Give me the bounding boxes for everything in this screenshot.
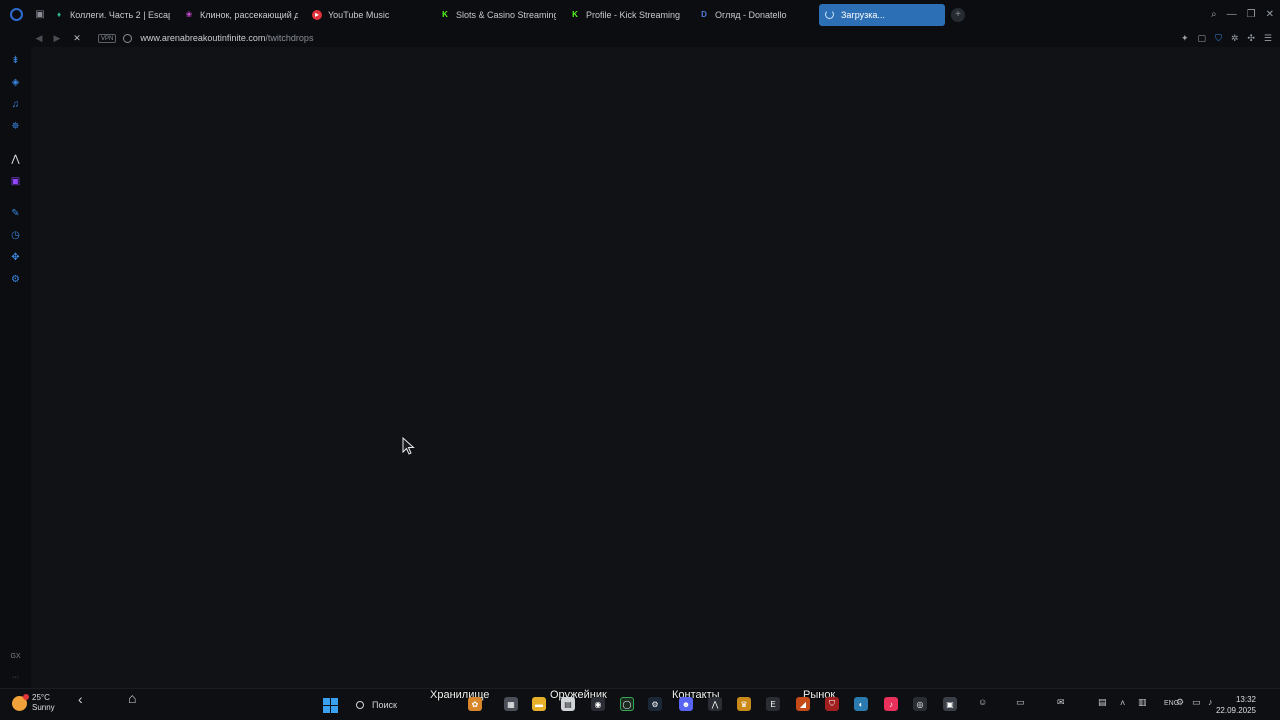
weather-widget[interactable]: 25°C Sunny xyxy=(12,693,55,713)
back-button[interactable]: ◀ xyxy=(30,29,48,47)
tab-islands-icon[interactable]: ▣ xyxy=(32,0,48,29)
mouse-cursor-icon xyxy=(402,437,415,455)
browser-tab-bar: ▣ ♦ Коллеги. Часть 2 | Escape ❀ Клинок, … xyxy=(0,0,1280,29)
address-bar: ◀ ▶ ✕ VPN www.arenabreakoutinfinite.com/… xyxy=(0,29,1280,47)
minimize-icon[interactable]: — xyxy=(1227,9,1237,20)
donatello-icon: D xyxy=(701,10,707,19)
game-app-icon[interactable]: ♛ xyxy=(737,697,751,711)
language-indicator[interactable]: ENG xyxy=(1164,700,1179,707)
tray-mail-icon[interactable]: ✉ xyxy=(1057,697,1065,708)
sidebar-more-button[interactable]: ··· xyxy=(9,671,22,684)
restore-icon[interactable]: ❐ xyxy=(1247,9,1256,20)
gx-control-icon[interactable]: ✣ xyxy=(1247,33,1255,44)
sun-weather-icon xyxy=(12,693,29,711)
forward-button[interactable]: ▶ xyxy=(48,29,66,47)
page-content-loading xyxy=(31,47,1280,688)
app-icon-orange[interactable]: ◢ xyxy=(796,697,810,711)
clock-date: 22.09.2025 xyxy=(1215,706,1256,715)
antivirus-icon[interactable]: ⛉ xyxy=(825,697,839,711)
pin-icon[interactable]: ✦ xyxy=(1181,33,1189,44)
epic-games-icon[interactable]: E xyxy=(766,697,780,711)
arena-breakout-icon: ♦ xyxy=(56,10,62,19)
kick-icon: K xyxy=(442,10,448,19)
window-controls: ⌕ — ❐ ✕ xyxy=(1211,0,1274,29)
home-icon[interactable]: ⌂ xyxy=(128,690,136,706)
tab-loading-active[interactable]: Загрузка... xyxy=(819,3,945,26)
new-tab-button[interactable]: + xyxy=(951,7,965,22)
windows-taskbar: 25°C Sunny ‹ ⌂ Поиск Хранилище Оружейник… xyxy=(0,688,1280,720)
task-view-icon[interactable]: ▦ xyxy=(504,697,518,711)
easy-setup-icon[interactable]: ☰ xyxy=(1264,33,1272,44)
app-icon-gray[interactable]: ▣ xyxy=(943,697,957,711)
extensions-icon[interactable]: ✲ xyxy=(1231,33,1239,44)
address-bar-tools: ✦ ▢ ⛉ ✲ ✣ ☰ xyxy=(1181,29,1272,47)
back-arrow-icon[interactable]: ‹ xyxy=(78,691,83,707)
youtube-music-icon: ▸ xyxy=(312,9,322,20)
search-tabs-icon[interactable]: ⌕ xyxy=(1211,9,1217,20)
sidebar-diamond-icon[interactable]: ◈ xyxy=(9,76,22,89)
stop-loading-button[interactable]: ✕ xyxy=(66,29,88,47)
chrome-icon[interactable]: ◎ xyxy=(913,697,927,711)
steam-icon[interactable]: ⚙ xyxy=(648,697,662,711)
game-launcher-icon[interactable]: ⋀ xyxy=(708,697,722,711)
sidebar-arc-icon[interactable]: ⋀ xyxy=(9,153,22,166)
sidebar-atom-icon[interactable]: ✵ xyxy=(9,120,22,133)
tab-kollegi[interactable]: ♦ Коллеги. Часть 2 | Escape xyxy=(48,4,176,26)
tab-kick-slots[interactable]: K Slots & Casino Streaming xyxy=(434,4,562,26)
sidebar-music-icon[interactable]: ♫ xyxy=(9,98,22,111)
tab-kick-profile[interactable]: K Profile - Kick Streaming xyxy=(564,4,691,26)
clock-time: 13:32 xyxy=(1235,695,1256,704)
browser-app-icon[interactable]: ◐ xyxy=(854,697,868,711)
opera-gx-taskbar-icon[interactable]: ◯ xyxy=(620,697,634,711)
tray-user-icon[interactable]: ☺ xyxy=(978,697,987,707)
search-icon xyxy=(356,701,364,709)
store-icon[interactable]: ▤ xyxy=(561,697,575,711)
sidebar-gx-label[interactable]: GX xyxy=(9,650,22,663)
kick-icon: K xyxy=(572,10,578,19)
desktop: ▣ ♦ Коллеги. Часть 2 | Escape ❀ Клинок, … xyxy=(0,0,1280,720)
site-info-icon[interactable] xyxy=(123,33,133,43)
sidebar-settings-icon[interactable]: ⚙ xyxy=(9,273,22,286)
obs-icon[interactable]: ◉ xyxy=(591,697,605,711)
anime-site-icon: ❀ xyxy=(185,10,193,19)
opera-gx-logo-icon[interactable] xyxy=(0,0,32,29)
weather-temperature: 25°C xyxy=(32,693,50,702)
taskbar-clock[interactable]: 13:32 22.09.2025 xyxy=(1216,694,1256,716)
taskbar-app-icon[interactable]: ✿ xyxy=(468,697,482,711)
sidebar-extensions-icon[interactable]: ✥ xyxy=(9,251,22,264)
network-icon[interactable]: ▭ xyxy=(1192,697,1201,708)
tray-lock-icon[interactable]: ▤ xyxy=(1098,697,1107,708)
discord-icon[interactable]: ☻ xyxy=(679,697,693,711)
sidebar-clock-icon[interactable]: ◷ xyxy=(9,229,22,242)
tiktok-icon[interactable]: ♪ xyxy=(884,697,898,711)
sidebar-pen-icon[interactable]: ✎ xyxy=(9,207,22,220)
browser-sidebar: ⇟ ◈ ♫ ✵ ⋀ ▣ ✎ ◷ ✥ ⚙ GX ··· xyxy=(0,47,31,688)
sidebar-twitch-icon[interactable]: ▣ xyxy=(9,175,22,188)
weather-description: Sunny xyxy=(32,703,55,712)
volume-icon[interactable]: ♪ xyxy=(1208,697,1213,707)
loading-spinner-icon xyxy=(825,10,834,19)
tab-demon-slayer[interactable]: ❀ Клинок, рассекающий д xyxy=(178,4,304,26)
tray-chat-icon[interactable]: ▭ xyxy=(1016,697,1025,708)
tab-donatello[interactable]: D Огляд - Donatello xyxy=(693,4,817,26)
file-explorer-icon[interactable]: ▬ xyxy=(532,697,546,711)
close-icon[interactable]: ✕ xyxy=(1266,9,1274,20)
ad-blocker-shield-icon[interactable]: ⛉ xyxy=(1215,33,1222,44)
snapshot-icon[interactable]: ▢ xyxy=(1198,33,1207,44)
sidebar-aria-icon[interactable]: ⇟ xyxy=(9,54,22,67)
search-placeholder: Поиск xyxy=(372,700,397,710)
url-field[interactable]: www.arenabreakoutinfinite.com/twitchdrop… xyxy=(140,33,313,43)
tab-youtube-music[interactable]: ▸ YouTube Music xyxy=(306,4,432,26)
tray-device-icon[interactable]: ▥ xyxy=(1138,697,1147,708)
tray-chevron-up-icon[interactable]: ˄ xyxy=(1120,698,1125,708)
vpn-badge[interactable]: VPN xyxy=(98,33,117,43)
windows-start-icon[interactable] xyxy=(323,698,338,713)
